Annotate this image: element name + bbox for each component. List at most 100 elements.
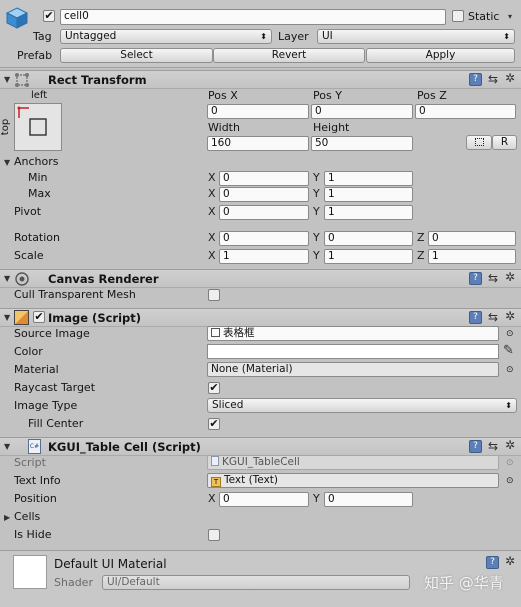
foldout-expanded-icon[interactable]: ▼ bbox=[4, 442, 10, 452]
raw-edit-button[interactable]: R bbox=[492, 135, 517, 150]
fill-center-checkbox[interactable]: ✔ bbox=[208, 418, 220, 430]
settings-gear-icon[interactable]: ✲ bbox=[505, 72, 515, 85]
anchor-min-x-field[interactable]: 0 bbox=[219, 171, 309, 186]
rotation-y-field[interactable]: 0 bbox=[324, 231, 413, 246]
position-label: Position bbox=[14, 492, 57, 505]
is-hide-checkbox[interactable] bbox=[208, 529, 220, 541]
cull-transparent-mesh-label: Cull Transparent Mesh bbox=[14, 288, 136, 301]
prefab-revert-button[interactable]: Revert bbox=[213, 48, 365, 63]
foldout-expanded-icon[interactable]: ▼ bbox=[4, 75, 10, 85]
width-field[interactable]: 160 bbox=[207, 136, 309, 151]
position-y-field[interactable]: 0 bbox=[324, 492, 413, 507]
anchor-min-y-axis: Y bbox=[313, 171, 320, 184]
position-x-field[interactable]: 0 bbox=[219, 492, 309, 507]
source-image-label: Source Image bbox=[14, 327, 90, 340]
scale-x-field[interactable]: 1 bbox=[219, 249, 309, 264]
script-field: KGUI_TableCell bbox=[207, 455, 499, 470]
layer-dropdown[interactable]: UI ⬍ bbox=[317, 29, 515, 44]
text-component-icon: T bbox=[211, 477, 221, 487]
prefab-label: Prefab bbox=[17, 49, 53, 62]
material-label: Material bbox=[14, 363, 59, 376]
settings-gear-icon[interactable]: ⇆ bbox=[488, 73, 498, 86]
sprite-icon bbox=[211, 328, 220, 337]
anchor-max-y-axis: Y bbox=[313, 187, 320, 200]
help-book-icon[interactable]: ? bbox=[469, 311, 482, 324]
preset-icon[interactable]: ⇆ bbox=[488, 440, 498, 453]
text-info-field[interactable]: T Text (Text) bbox=[207, 473, 499, 488]
active-checkbox[interactable]: ✔ bbox=[43, 10, 55, 22]
preset-icon[interactable]: ⇆ bbox=[488, 311, 498, 324]
shader-dropdown[interactable]: UI/Default bbox=[102, 575, 410, 590]
preset-icon[interactable]: ⇆ bbox=[488, 272, 498, 285]
tag-value: Untagged bbox=[65, 30, 117, 42]
settings-gear-icon[interactable]: ✲ bbox=[505, 439, 515, 452]
static-checkbox[interactable] bbox=[452, 10, 464, 22]
pivot-x-field[interactable]: 0 bbox=[219, 205, 309, 220]
blueprint-mode-button[interactable] bbox=[466, 135, 492, 150]
object-picker-icon[interactable]: ⊙ bbox=[506, 365, 514, 375]
tag-label: Tag bbox=[33, 30, 52, 43]
anchor-min-x-axis: X bbox=[208, 171, 216, 184]
rotation-label: Rotation bbox=[14, 231, 61, 244]
script-value: KGUI_TableCell bbox=[222, 456, 300, 468]
object-picker-icon[interactable]: ⊙ bbox=[506, 476, 514, 486]
rotation-y-axis: Y bbox=[313, 231, 320, 244]
image-component-title: Image (Script) bbox=[48, 311, 142, 325]
help-book-icon[interactable]: ? bbox=[469, 272, 482, 285]
script-file-icon bbox=[211, 456, 219, 466]
anchor-max-x-field[interactable]: 0 bbox=[219, 187, 309, 202]
scale-z-field[interactable]: 1 bbox=[428, 249, 516, 264]
help-book-icon[interactable]: ? bbox=[486, 556, 499, 569]
pivot-y-field[interactable]: 1 bbox=[324, 205, 413, 220]
pos-x-label: Pos X bbox=[208, 89, 238, 102]
rotation-z-field[interactable]: 0 bbox=[428, 231, 516, 246]
dotted-rect-icon bbox=[474, 138, 484, 146]
color-label: Color bbox=[14, 345, 43, 358]
rect-transform-title: Rect Transform bbox=[48, 73, 147, 87]
help-book-icon[interactable]: ? bbox=[469, 440, 482, 453]
scale-label: Scale bbox=[14, 249, 44, 262]
static-label: Static bbox=[468, 10, 500, 23]
settings-gear-icon[interactable]: ✲ bbox=[505, 555, 515, 568]
prefab-select-button[interactable]: Select bbox=[60, 48, 213, 63]
anchor-min-y-field[interactable]: 1 bbox=[324, 171, 413, 186]
settings-gear-icon[interactable]: ✲ bbox=[505, 271, 515, 284]
material-field[interactable]: None (Material) bbox=[207, 362, 499, 377]
anchor-max-y-field[interactable]: 1 bbox=[324, 187, 413, 202]
anchor-max-label: Max bbox=[28, 187, 51, 200]
pos-x-field[interactable]: 0 bbox=[207, 104, 309, 119]
material-preview-swatch bbox=[13, 555, 47, 589]
color-swatch[interactable] bbox=[207, 344, 499, 359]
cells-label[interactable]: Cells bbox=[14, 510, 40, 524]
shader-label: Shader bbox=[54, 576, 93, 589]
image-enabled-checkbox[interactable]: ✔ bbox=[33, 311, 45, 323]
object-picker-icon[interactable]: ⊙ bbox=[506, 329, 514, 339]
settings-gear-icon[interactable]: ✲ bbox=[505, 310, 515, 323]
anchors-foldout-icon[interactable]: ▼ bbox=[4, 158, 10, 168]
foldout-expanded-icon[interactable]: ▼ bbox=[4, 274, 10, 284]
raycast-target-checkbox[interactable]: ✔ bbox=[208, 382, 220, 394]
static-dropdown-icon[interactable]: ▾ bbox=[508, 12, 512, 22]
pos-z-field[interactable]: 0 bbox=[415, 104, 516, 119]
scale-y-axis: Y bbox=[313, 249, 320, 262]
prefab-apply-button[interactable]: Apply bbox=[366, 48, 515, 63]
rotation-x-field[interactable]: 0 bbox=[219, 231, 309, 246]
help-book-icon[interactable]: ? bbox=[469, 73, 482, 86]
canvas-renderer-title: Canvas Renderer bbox=[48, 272, 159, 286]
raycast-target-label: Raycast Target bbox=[14, 381, 96, 394]
object-name-input[interactable]: cell0 bbox=[60, 9, 446, 25]
text-info-value: Text (Text) bbox=[224, 474, 279, 486]
foldout-expanded-icon[interactable]: ▼ bbox=[4, 313, 10, 323]
image-type-dropdown[interactable]: Sliced ⬍ bbox=[207, 398, 517, 413]
anchor-preset-button[interactable] bbox=[14, 103, 62, 151]
scale-y-field[interactable]: 1 bbox=[324, 249, 413, 264]
pos-y-field[interactable]: 0 bbox=[311, 104, 413, 119]
cells-foldout-icon[interactable]: ▶ bbox=[4, 513, 10, 523]
cull-transparent-mesh-checkbox[interactable] bbox=[208, 289, 220, 301]
source-image-field[interactable]: 表格框 bbox=[207, 326, 499, 341]
eyedropper-icon[interactable]: ✎ bbox=[503, 344, 514, 357]
height-field[interactable]: 50 bbox=[311, 136, 413, 151]
gameobject-cube-icon bbox=[5, 7, 29, 29]
tag-dropdown[interactable]: Untagged ⬍ bbox=[60, 29, 272, 44]
anchor-preset-top-label: left bbox=[31, 90, 48, 101]
